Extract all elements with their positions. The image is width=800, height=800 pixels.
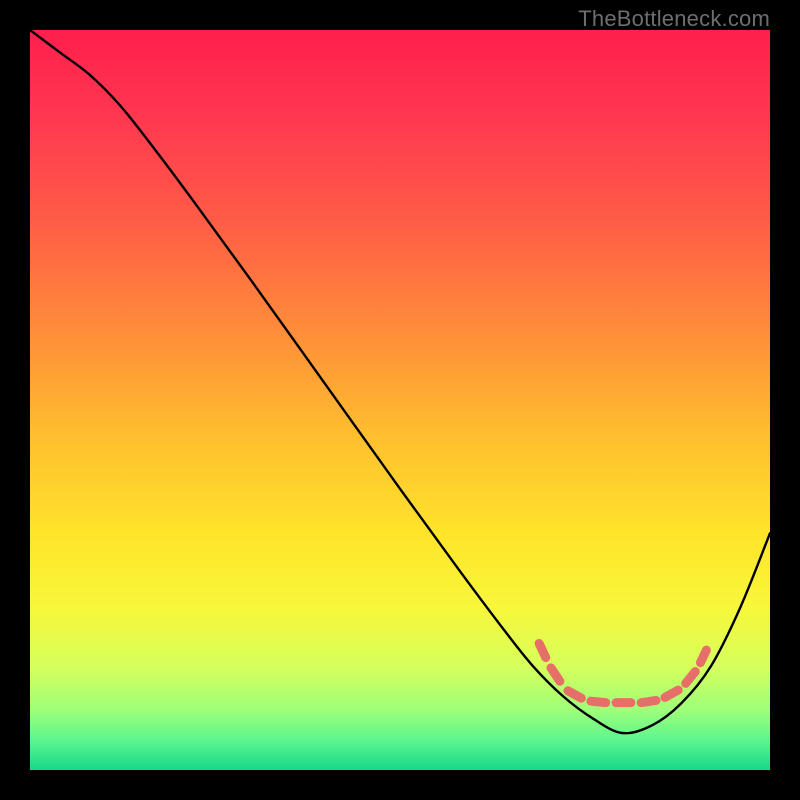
optimal-range-dash [539, 643, 706, 702]
watermark-label: TheBottleneck.com [578, 6, 770, 32]
plot-area [30, 30, 770, 770]
chart-container: TheBottleneck.com [0, 0, 800, 800]
dash-segment [568, 691, 581, 698]
dash-segment [686, 672, 696, 684]
bottleneck-curve [30, 30, 770, 733]
dash-segment [665, 690, 678, 697]
dash-segment [591, 701, 606, 702]
dash-segment [539, 643, 546, 657]
dash-segment [641, 700, 656, 702]
curve-layer [30, 30, 770, 770]
dash-segment [551, 668, 560, 681]
dash-segment [700, 650, 706, 663]
